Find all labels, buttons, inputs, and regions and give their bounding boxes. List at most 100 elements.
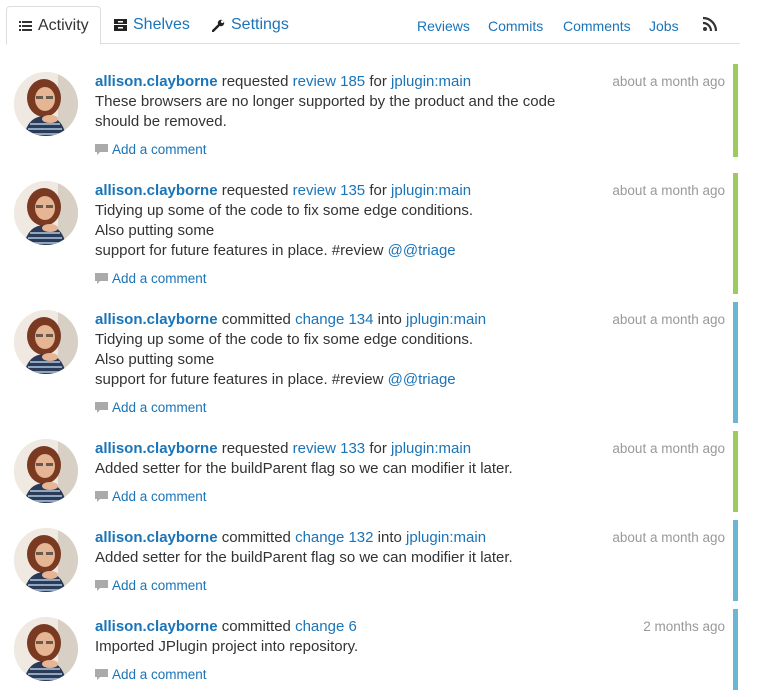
commit-indicator-bar xyxy=(733,302,738,423)
avatar[interactable] xyxy=(14,528,78,592)
activity-content: allison.clayborne requested review 133 f… xyxy=(95,439,615,479)
add-comment-label: Add a comment xyxy=(112,489,207,504)
project-link[interactable]: jplugin:main xyxy=(391,440,471,457)
project-link[interactable]: jplugin:main xyxy=(391,73,471,90)
activity-prep: for xyxy=(369,440,387,457)
activity-prep: for xyxy=(369,73,387,90)
user-link[interactable]: allison.clayborne xyxy=(95,440,218,457)
speech-bubble-icon xyxy=(95,579,108,591)
description-text: support for future features in place. #r… xyxy=(95,371,384,388)
description-text: Also putting some xyxy=(95,351,215,368)
comments-link[interactable]: Comments xyxy=(563,18,631,34)
tab-activity[interactable]: Activity xyxy=(6,6,101,45)
activity-headline: allison.clayborne requested review 133 f… xyxy=(95,439,615,459)
user-link[interactable]: allison.clayborne xyxy=(95,618,218,635)
description-line: Tidying up some of the code to fix some … xyxy=(95,330,615,350)
add-comment-label: Add a comment xyxy=(112,271,207,286)
avatar[interactable] xyxy=(14,439,78,503)
description-line: These browsers are no longer supported b… xyxy=(95,92,615,112)
activity-item: allison.clayborne requested review 135 f… xyxy=(0,173,740,302)
activity-item: allison.clayborne requested review 133 f… xyxy=(0,431,740,520)
avatar[interactable] xyxy=(14,181,78,245)
timestamp: 2 months ago xyxy=(643,619,725,634)
tab-settings[interactable]: Settings xyxy=(212,6,289,44)
description-line: support for future features in place. #r… xyxy=(95,370,615,390)
user-link[interactable]: allison.clayborne xyxy=(95,182,218,199)
activity-item: allison.clayborne requested review 185 f… xyxy=(0,64,740,165)
add-comment-link[interactable]: Add a comment xyxy=(95,142,207,157)
description-line: support for future features in place. #r… xyxy=(95,241,615,261)
add-comment-link[interactable]: Add a comment xyxy=(95,578,207,593)
activity-verb: requested xyxy=(221,182,289,199)
timestamp: about a month ago xyxy=(612,441,725,456)
user-link[interactable]: allison.clayborne xyxy=(95,529,218,546)
list-icon xyxy=(19,20,32,31)
wrench-icon xyxy=(212,19,225,32)
top-navbar: Activity Shelves Settings Reviews Commit… xyxy=(6,6,740,45)
description-line: Also putting some xyxy=(95,221,615,241)
commits-link[interactable]: Commits xyxy=(488,18,543,34)
activity-content: allison.clayborne committed change 132 i… xyxy=(95,528,615,568)
activity-headline: allison.clayborne committed change 6 xyxy=(95,617,615,637)
activity-content: allison.clayborne committed change 6 Impo… xyxy=(95,617,615,657)
description-text: Added setter for the buildParent flag so… xyxy=(95,549,513,566)
activity-prep: for xyxy=(369,182,387,199)
add-comment-label: Add a comment xyxy=(112,667,207,682)
change-link[interactable]: review 185 xyxy=(293,73,366,90)
add-comment-label: Add a comment xyxy=(112,578,207,593)
review-indicator-bar xyxy=(733,173,738,294)
speech-bubble-icon xyxy=(95,668,108,680)
jobs-link[interactable]: Jobs xyxy=(649,18,679,34)
tab-shelves-label: Shelves xyxy=(133,16,190,33)
activity-content: allison.clayborne requested review 135 f… xyxy=(95,181,615,261)
description-text: Tidying up some of the code to fix some … xyxy=(95,202,473,219)
avatar[interactable] xyxy=(14,72,78,136)
description-text: Also putting some xyxy=(95,222,215,239)
tab-settings-label: Settings xyxy=(231,16,289,33)
add-comment-label: Add a comment xyxy=(112,142,207,157)
activity-item: allison.clayborne committed change 134 i… xyxy=(0,302,740,431)
mention-link[interactable]: @@triage xyxy=(388,371,456,388)
activity-verb: requested xyxy=(221,73,289,90)
add-comment-link[interactable]: Add a comment xyxy=(95,271,207,286)
add-comment-link[interactable]: Add a comment xyxy=(95,489,207,504)
change-link[interactable]: change 134 xyxy=(295,311,373,328)
description-text: These browsers are no longer supported b… xyxy=(95,93,556,110)
description-line: Tidying up some of the code to fix some … xyxy=(95,201,615,221)
timestamp: about a month ago xyxy=(612,312,725,327)
activity-headline: allison.clayborne requested review 135 f… xyxy=(95,181,615,201)
description-line: Added setter for the buildParent flag so… xyxy=(95,548,615,568)
tab-shelves[interactable]: Shelves xyxy=(114,6,190,44)
user-link[interactable]: allison.clayborne xyxy=(95,311,218,328)
rss-icon[interactable] xyxy=(702,16,718,32)
change-link[interactable]: change 132 xyxy=(295,529,373,546)
user-link[interactable]: allison.clayborne xyxy=(95,73,218,90)
description-text: Added setter for the buildParent flag so… xyxy=(95,460,513,477)
change-link[interactable]: review 135 xyxy=(293,182,366,199)
project-link[interactable]: jplugin:main xyxy=(406,529,486,546)
description-text: Tidying up some of the code to fix some … xyxy=(95,331,473,348)
activity-headline: allison.clayborne requested review 185 f… xyxy=(95,72,615,92)
project-link[interactable]: jplugin:main xyxy=(406,311,486,328)
activity-verb: requested xyxy=(221,440,289,457)
tab-activity-label: Activity xyxy=(38,16,89,34)
description-line: Also putting some xyxy=(95,350,615,370)
activity-item: allison.clayborne committed change 6 Impo… xyxy=(0,609,740,697)
review-indicator-bar xyxy=(733,431,738,512)
activity-headline: allison.clayborne committed change 132 i… xyxy=(95,528,615,548)
description-line: should be removed. xyxy=(95,112,615,132)
avatar[interactable] xyxy=(14,617,78,681)
description-line: Imported JPlugin project into repository… xyxy=(95,637,615,657)
add-comment-link[interactable]: Add a comment xyxy=(95,400,207,415)
speech-bubble-icon xyxy=(95,490,108,502)
project-link[interactable]: jplugin:main xyxy=(391,182,471,199)
commit-indicator-bar xyxy=(733,520,738,601)
add-comment-link[interactable]: Add a comment xyxy=(95,667,207,682)
change-link[interactable]: change 6 xyxy=(295,618,357,635)
mention-link[interactable]: @@triage xyxy=(388,242,456,259)
description-text: support for future features in place. #r… xyxy=(95,242,384,259)
avatar[interactable] xyxy=(14,310,78,374)
reviews-link[interactable]: Reviews xyxy=(417,18,470,34)
activity-verb: committed xyxy=(221,529,291,546)
change-link[interactable]: review 133 xyxy=(293,440,366,457)
